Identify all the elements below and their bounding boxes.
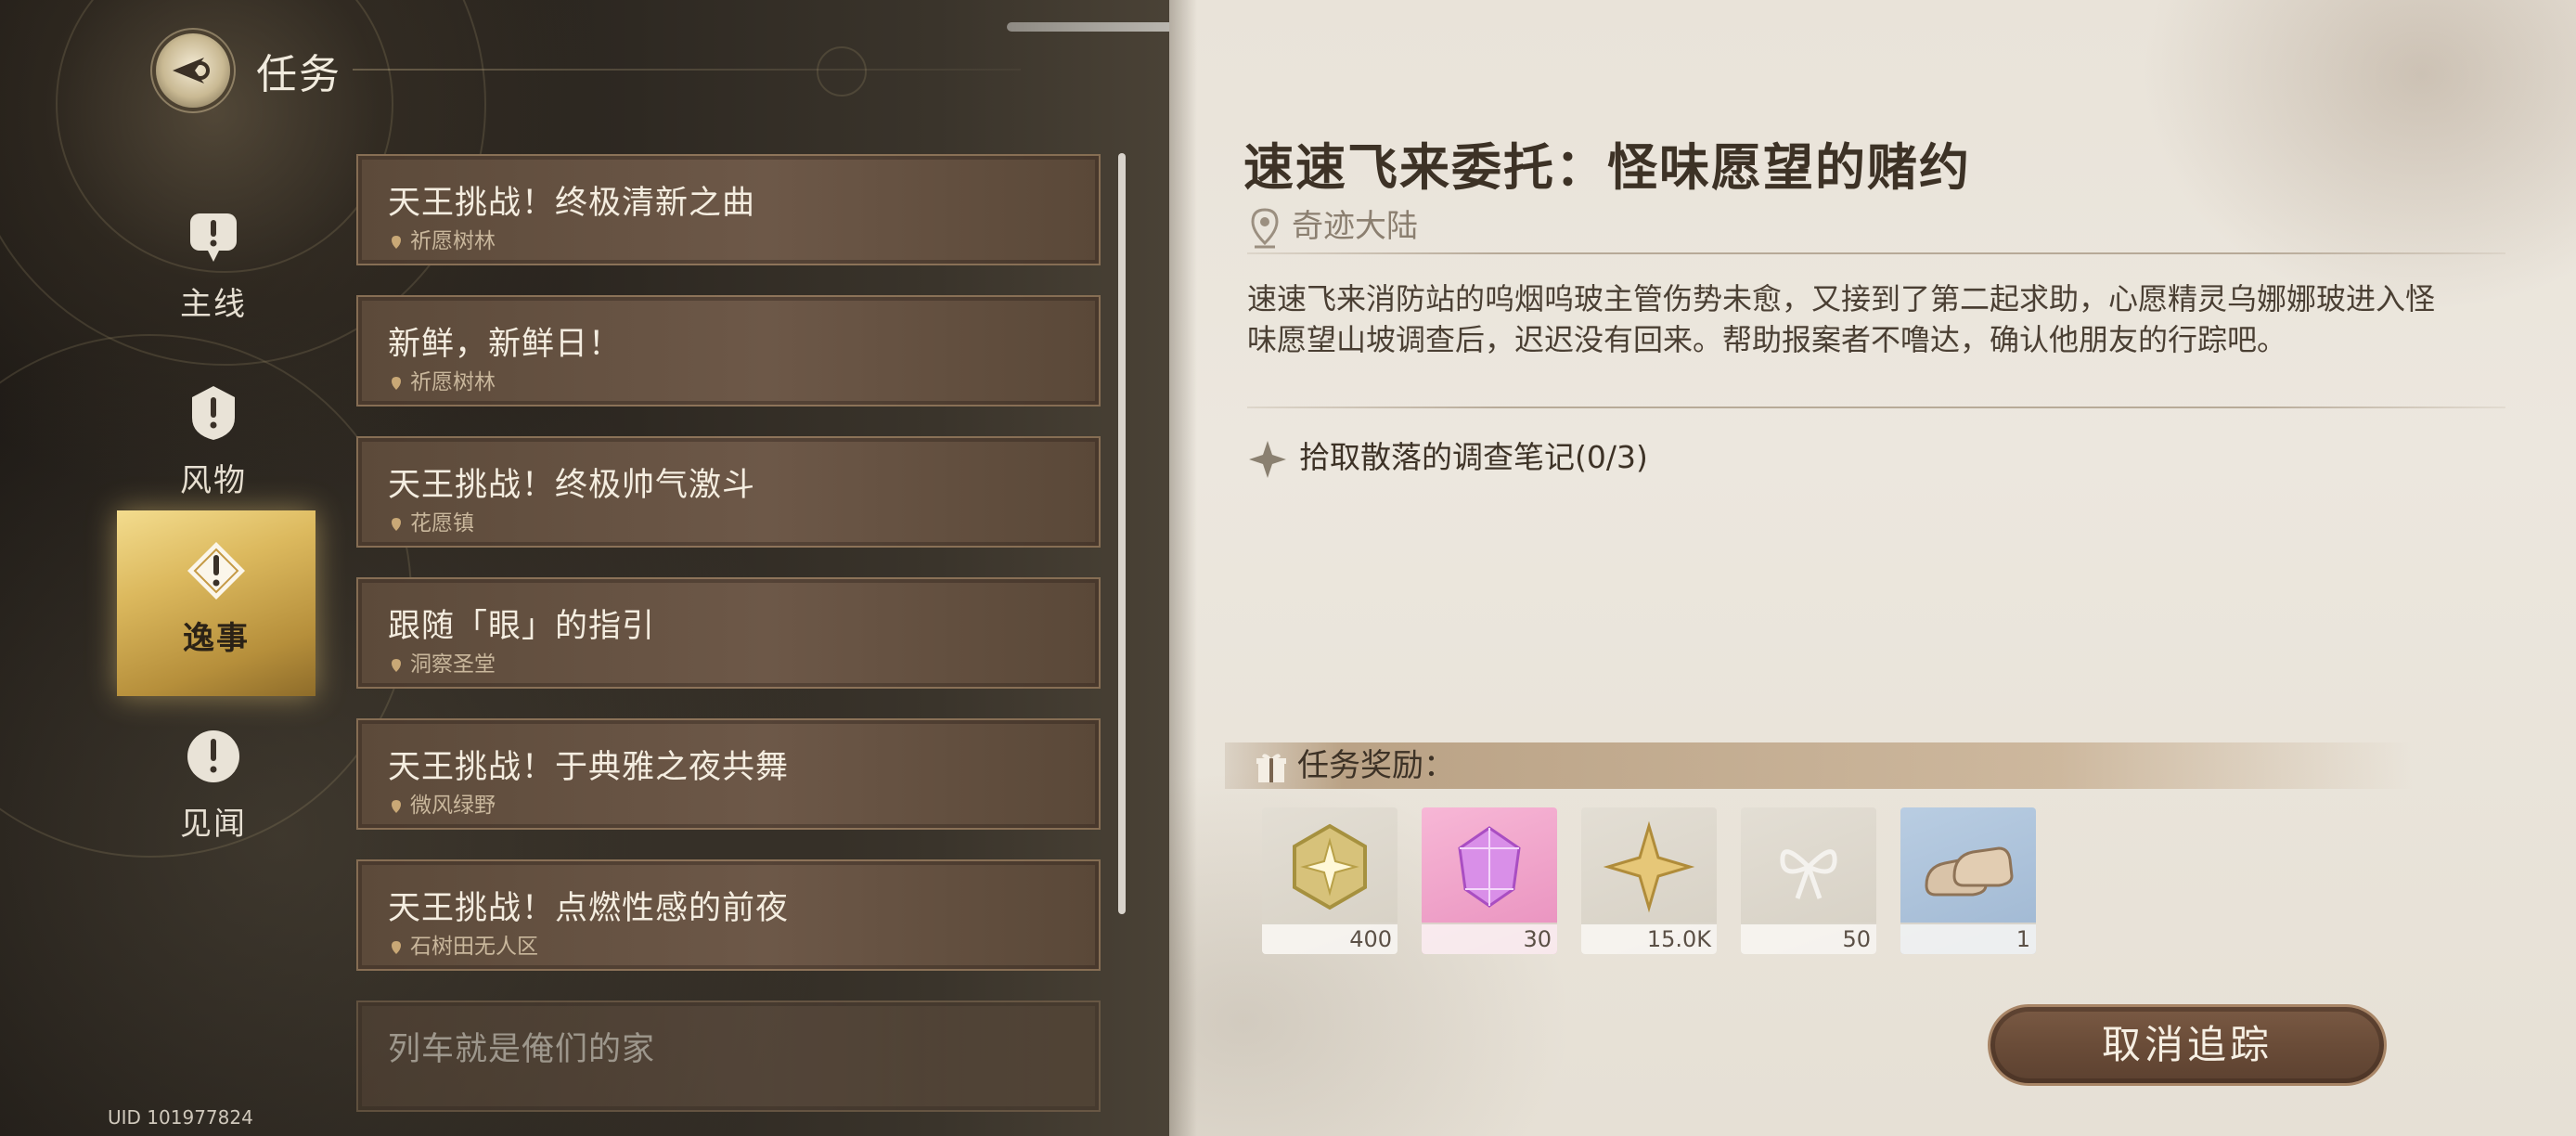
category-label: 风物: [180, 462, 247, 499]
gold-four-point-star-icon: [1581, 807, 1717, 926]
quest-list-item[interactable]: 天王挑战！点燃性感的前夜 石树田无人区: [356, 859, 1101, 971]
category-label: 主线: [180, 286, 247, 323]
quest-location: 祈愿树林: [392, 223, 496, 254]
exclamation-shield-icon: [192, 386, 235, 440]
exclamation-circle-icon: [187, 730, 239, 782]
quest-title: 新鲜，新鲜日！: [388, 326, 623, 363]
quest-location-text: 微风绿野: [410, 794, 496, 818]
divider: [1247, 252, 2505, 254]
gift-box-icon: [1256, 753, 1286, 782]
four-point-star-icon: [1249, 440, 1286, 478]
quest-location: 洞察圣堂: [392, 646, 496, 678]
location-pin-icon: [392, 799, 401, 813]
quest-location-text: 祈愿树林: [410, 370, 496, 394]
quest-detail-panel: 速速飞来委托：怪味愿望的赌约 奇迹大陆 速速飞来消防站的呜烟呜玻主管伤势未愈，又…: [1169, 0, 2576, 1136]
quest-list-scrollbar[interactable]: [1118, 153, 1126, 914]
quest-title: 跟随「眼」的指引: [388, 608, 656, 645]
location-pin-icon: [1251, 207, 1279, 248]
quest-list-item[interactable]: 天王挑战！终极帅气激斗 花愿镇: [356, 436, 1101, 548]
divider: [1247, 407, 2505, 408]
category-tab-main[interactable]: 主线: [121, 204, 306, 343]
page-title: 任务: [256, 51, 341, 98]
decorative-ring: [817, 46, 867, 97]
quest-objective-text: 拾取散落的调查笔记(0/3): [1299, 439, 1648, 475]
pink-crystal-icon: [1422, 807, 1557, 926]
quest-list-item[interactable]: 跟随「眼」的指引 洞察圣堂: [356, 577, 1101, 689]
decorative-line: [353, 69, 1021, 71]
quest-detail-location: 奇迹大陆: [1251, 200, 1418, 249]
user-id: UID 101977824: [108, 1106, 253, 1129]
location-pin-icon: [392, 658, 401, 672]
gold-star-badge-icon: [1262, 807, 1397, 926]
reward-qty: 30: [1523, 926, 1552, 952]
reward-header: 任务奖励：: [1255, 742, 1455, 789]
quest-title: 天王挑战！终极清新之曲: [388, 185, 756, 222]
category-label: 见闻: [180, 806, 247, 843]
quest-title: 天王挑战！终极帅气激斗: [388, 467, 756, 504]
quest-location-text: 石树田无人区: [410, 935, 538, 959]
quest-list-item[interactable]: 天王挑战！终极清新之曲 祈愿树林: [356, 154, 1101, 265]
quest-location: 石树田无人区: [392, 928, 538, 960]
quest-title: 列车就是俺们的家: [388, 1031, 656, 1068]
beige-shoes-icon: [1900, 807, 2036, 926]
quest-location: 微风绿野: [392, 787, 496, 819]
category-label: 逸事: [183, 620, 250, 657]
location-pin-icon: [392, 517, 401, 531]
reward-item[interactable]: 30: [1422, 807, 1557, 954]
quest-title: 天王挑战！于典雅之夜共舞: [388, 749, 790, 786]
category-tab-scenery[interactable]: 风物: [121, 381, 306, 520]
reward-qty: 15.0K: [1646, 926, 1711, 952]
quest-location: 祈愿树林: [392, 364, 496, 395]
white-ribbon-bow-icon: [1741, 807, 1876, 926]
quest-detail-location-text: 奇迹大陆: [1292, 208, 1418, 245]
quest-compass-icon[interactable]: [156, 33, 230, 108]
quest-list-item[interactable]: 新鲜，新鲜日！ 祈愿树林: [356, 295, 1101, 407]
quest-detail-title: 速速飞来委托：怪味愿望的赌约: [1243, 138, 1971, 197]
quest-title: 天王挑战！点燃性感的前夜: [388, 890, 790, 927]
untrack-quest-button[interactable]: 取消追踪: [1988, 1004, 2387, 1086]
location-pin-icon: [392, 940, 401, 954]
category-tab-observation[interactable]: 见闻: [121, 724, 306, 863]
panel-edge-shadow: [1169, 0, 1197, 1136]
quest-description: 速速飞来消防站的呜烟呜玻主管伤势未愈，又接到了第二起求助，心愿精灵乌娜娜玻进入怪…: [1247, 281, 2436, 357]
quest-location: 花愿镇: [392, 505, 474, 536]
exclamation-bubble-icon: [190, 213, 237, 262]
reward-item[interactable]: 15.0K: [1581, 807, 1717, 954]
quest-list[interactable]: 天王挑战！终极清新之曲 祈愿树林 新鲜，新鲜日！ 祈愿树林 天王挑战！终极帅气激…: [356, 154, 1104, 1136]
location-pin-icon: [392, 235, 401, 249]
reward-item[interactable]: 50: [1741, 807, 1876, 954]
quest-location-text: 洞察圣堂: [410, 652, 496, 677]
quest-location-text: 祈愿树林: [410, 229, 496, 253]
category-tab-anecdote[interactable]: 逸事: [117, 510, 316, 696]
reward-header-text: 任务奖励：: [1297, 747, 1455, 784]
reward-item[interactable]: 400: [1262, 807, 1397, 954]
quest-list-item[interactable]: 列车就是俺们的家: [356, 1000, 1101, 1112]
exclamation-diamond-icon: [187, 542, 245, 600]
quest-objective: 拾取散落的调查笔记(0/3): [1247, 432, 1648, 480]
reward-qty: 1: [2016, 926, 2030, 952]
quest-list-item[interactable]: 天王挑战！于典雅之夜共舞 微风绿野: [356, 718, 1101, 830]
location-pin-icon: [392, 376, 401, 390]
reward-qty: 400: [1349, 926, 1392, 952]
reward-item[interactable]: 1: [1900, 807, 2036, 954]
quest-location-text: 花愿镇: [410, 511, 474, 536]
reward-qty: 50: [1842, 926, 1871, 952]
